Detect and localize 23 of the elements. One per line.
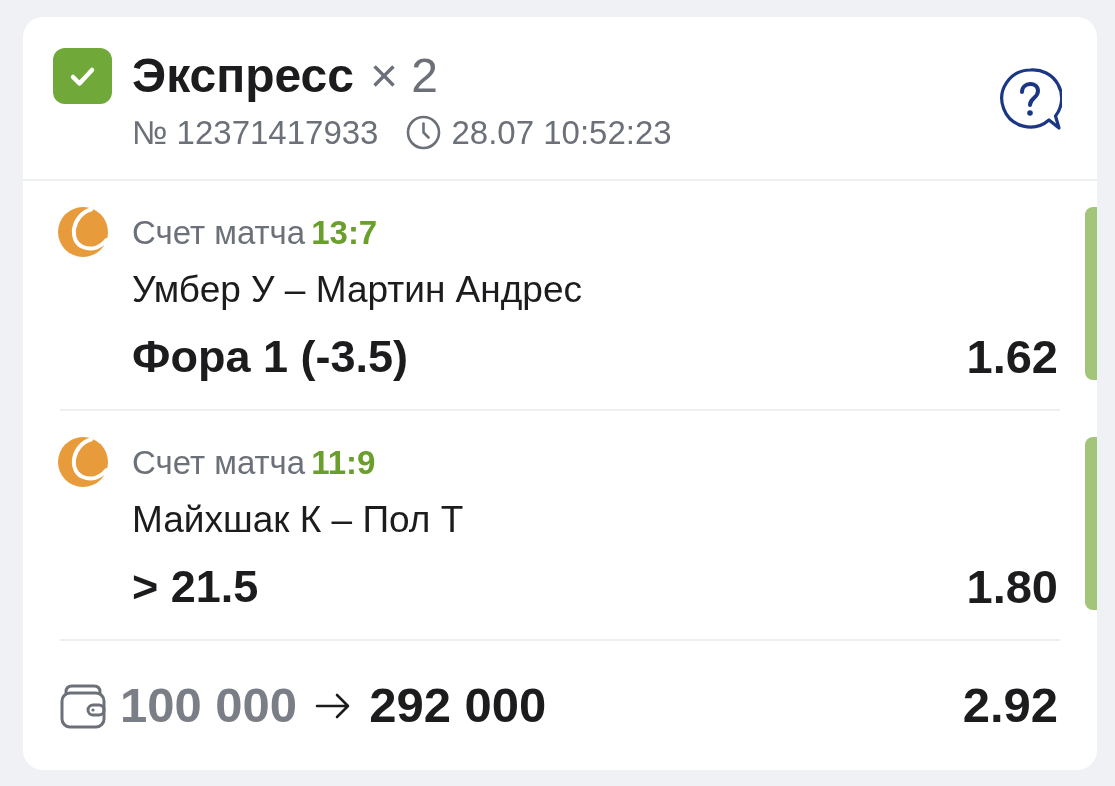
wallet-icon [60, 682, 106, 729]
bet-selection: > 21.5 [132, 563, 259, 609]
match-teams: Майхшак К – Пол Т [132, 499, 464, 541]
stake-amount: 100 000 [120, 681, 298, 730]
bet-title: Экспресс [132, 52, 354, 100]
market-label: Счет матча [132, 445, 306, 479]
help-icon[interactable] [999, 68, 1062, 131]
leg-odds: 1.62 [966, 332, 1058, 380]
bet-number: № 12371417933 [132, 115, 379, 149]
tennis-ball-icon [58, 207, 108, 257]
leg-odds: 1.80 [966, 562, 1058, 610]
match-score: 13:7 [311, 215, 378, 249]
bet-multiplier: × 2 [370, 52, 439, 100]
match-teams: Умбер У – Мартин Андрес [132, 269, 582, 311]
tennis-ball-icon [58, 437, 108, 487]
arrow-icon [315, 692, 352, 719]
match-score: 11:9 [311, 445, 376, 479]
total-odds: 2.92 [962, 681, 1058, 730]
bet-selection: Фора 1 (-3.5) [132, 333, 408, 379]
bet-datetime: 28.07 10:52:23 [451, 115, 672, 149]
payout-amount: 292 000 [369, 681, 547, 730]
market-label: Счет матча [132, 215, 306, 249]
clock-icon [406, 114, 442, 150]
